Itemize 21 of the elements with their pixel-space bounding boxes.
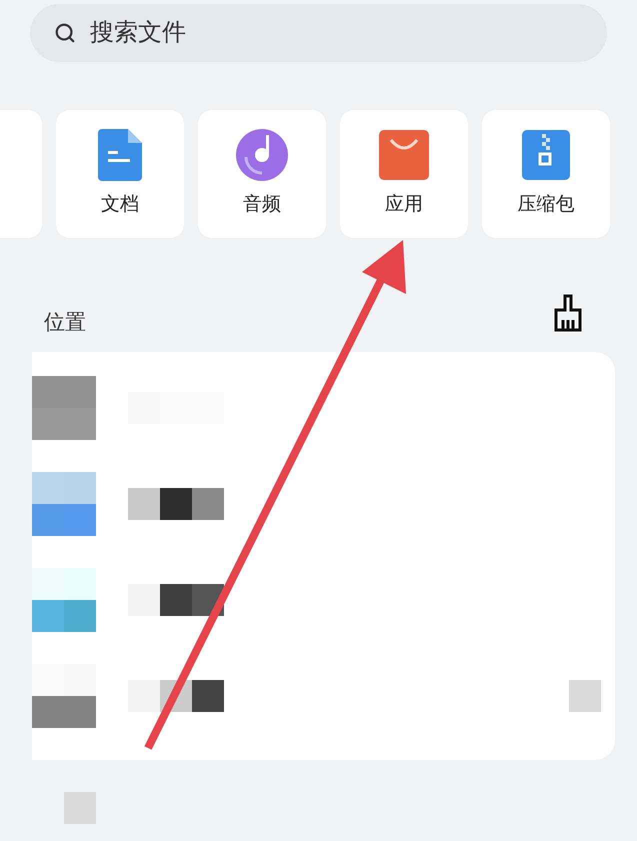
category-card[interactable]: 音频 [198, 110, 326, 238]
shopping-bag-icon [379, 130, 429, 180]
search-field[interactable]: 搜索文件 [30, 4, 607, 62]
category-label: 文档 [101, 192, 139, 217]
pixelated-icon [32, 472, 96, 536]
pixelated-badge [569, 680, 601, 712]
category-card[interactable]: 应用 [340, 110, 468, 238]
pixelated-icon [32, 568, 96, 632]
section-title: 位置 [44, 310, 86, 336]
category-label: 应用 [385, 192, 423, 217]
broom-icon[interactable] [553, 294, 583, 332]
category-card[interactable]: 压缩包 [482, 110, 610, 238]
zip-file-icon [522, 130, 570, 180]
category-label: 压缩包 [518, 192, 574, 217]
category-label: 音频 [243, 192, 281, 217]
disc-icon [236, 128, 288, 181]
document-icon [98, 128, 142, 181]
category-card[interactable]: 文档 [56, 110, 184, 238]
search-icon [54, 22, 76, 44]
pixelated-icon [32, 376, 96, 440]
pixelated-icon [64, 792, 96, 824]
